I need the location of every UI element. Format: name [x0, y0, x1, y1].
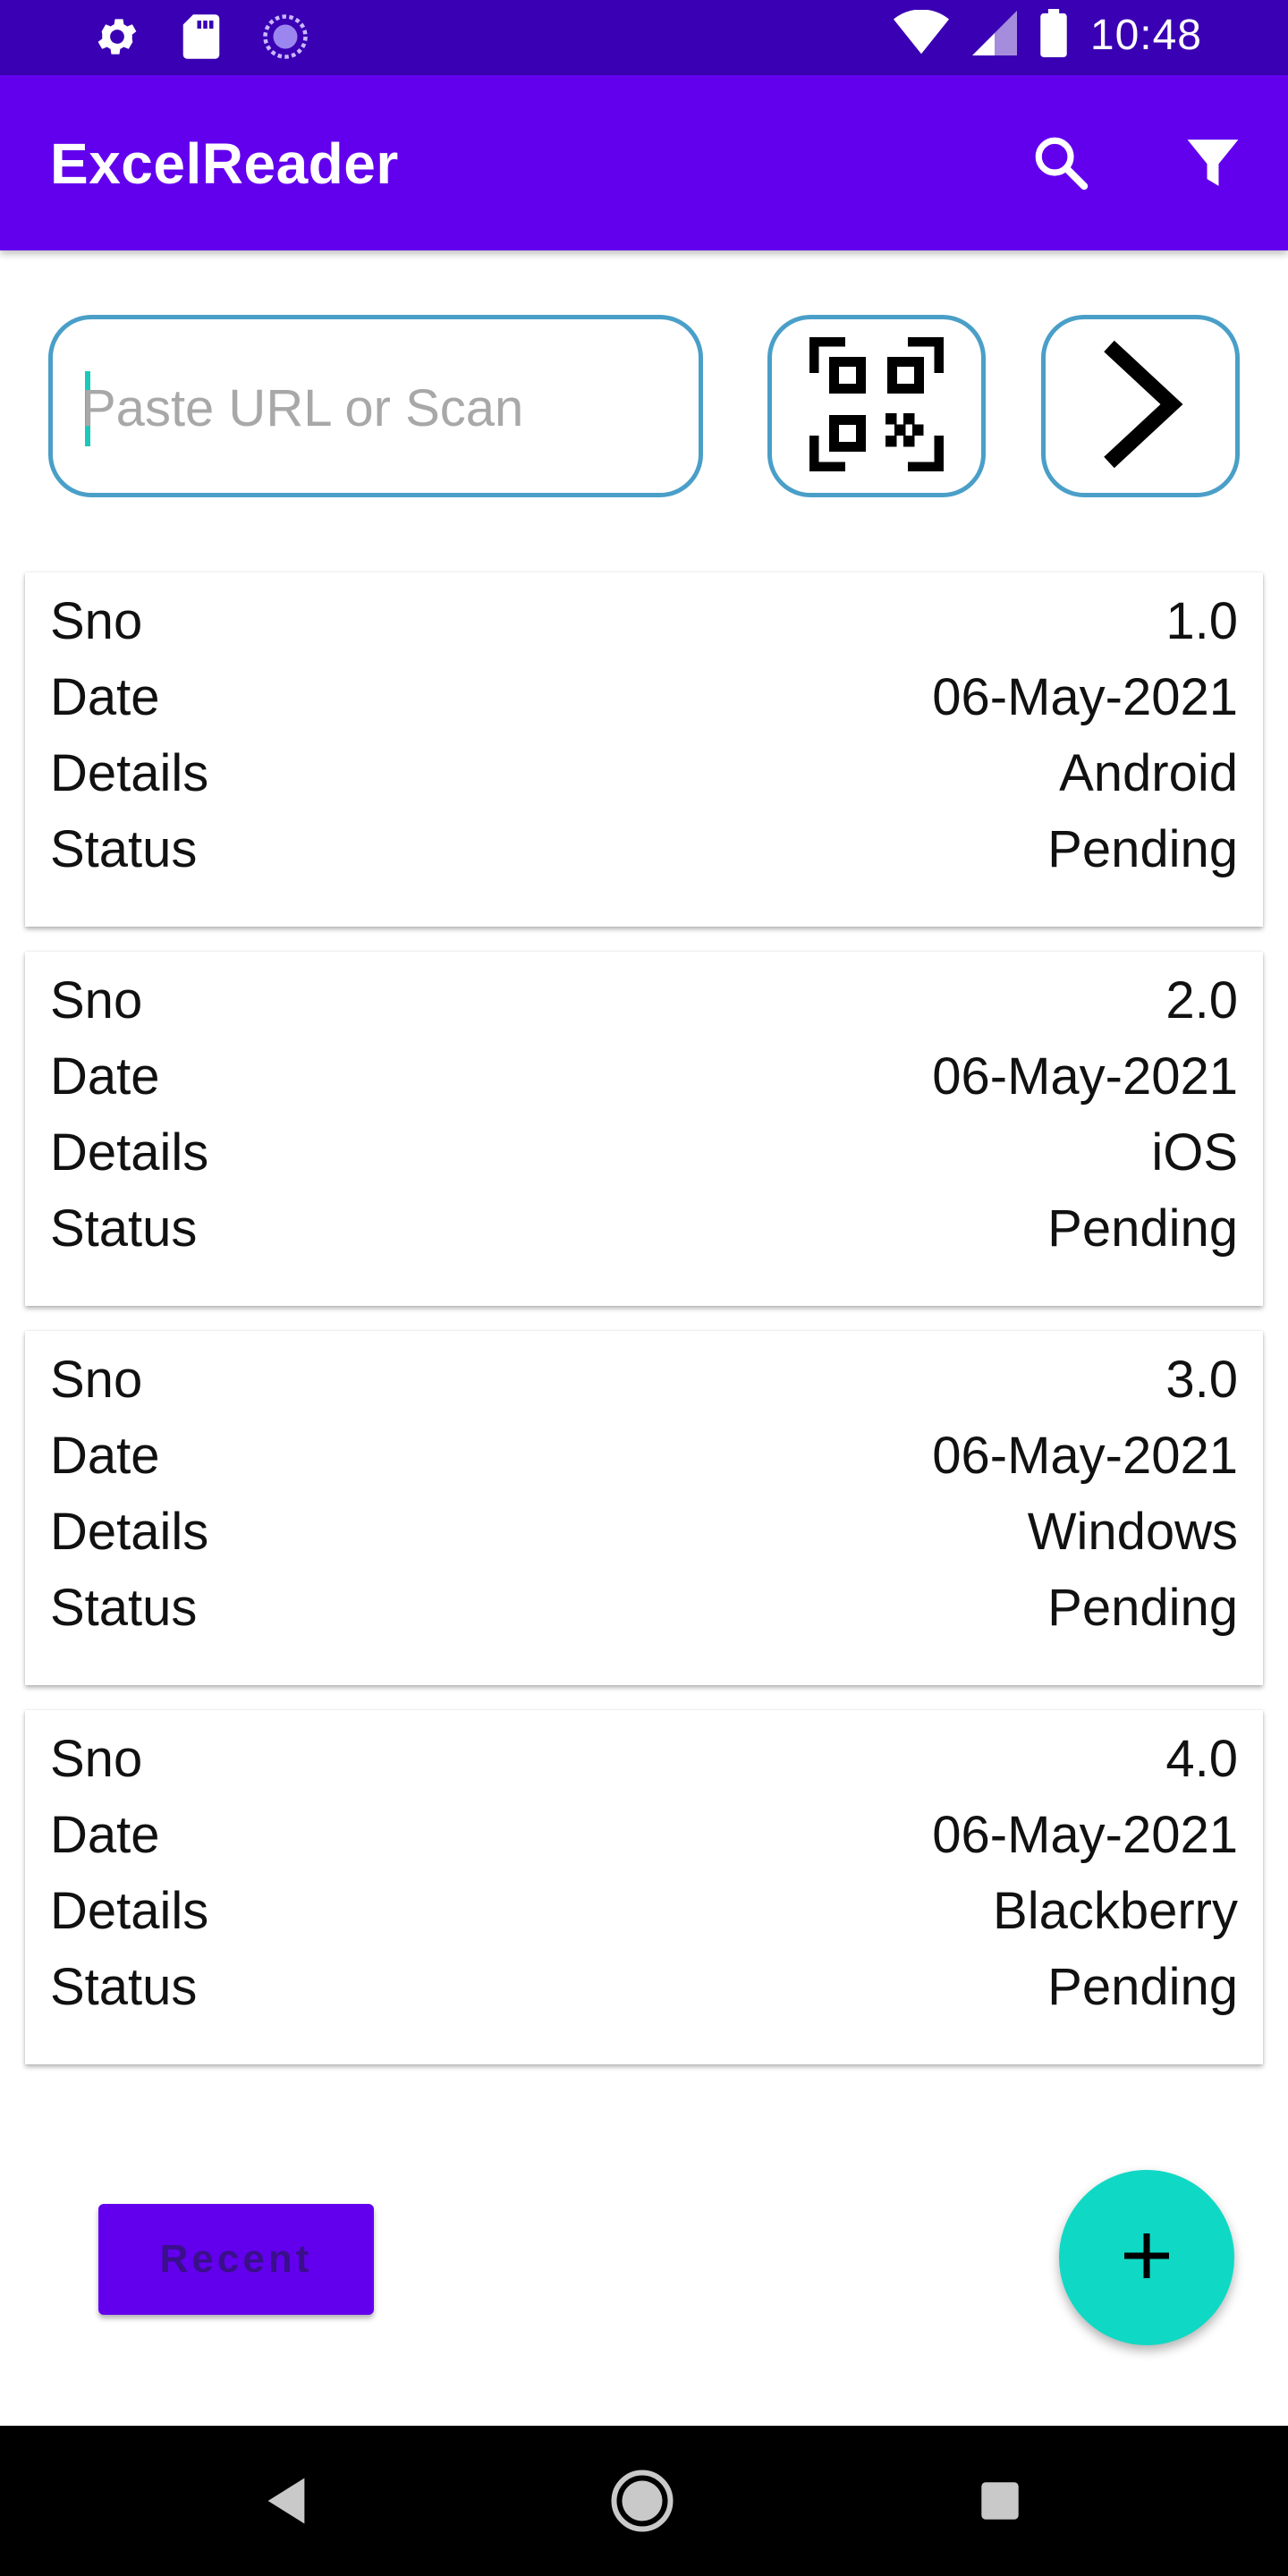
record-row: Details Android	[50, 735, 1238, 811]
add-fab-button[interactable]	[1059, 2170, 1234, 2345]
row-label: Status	[50, 820, 198, 878]
row-label: Date	[50, 1427, 160, 1485]
record-card[interactable]: Sno 3.0 Date 06-May-2021 Details Windows St…	[25, 1331, 1263, 1685]
status-bar-right: 10:48	[893, 9, 1202, 62]
row-value: Android	[1059, 744, 1238, 802]
row-value: Pending	[1047, 1579, 1238, 1637]
row-label: Sno	[50, 592, 143, 650]
row-value: 06-May-2021	[932, 1427, 1238, 1485]
search-icon[interactable]	[1027, 129, 1095, 197]
row-value: 1.0	[1165, 592, 1238, 650]
row-label: Status	[50, 1958, 198, 2016]
status-bar: 10:48	[0, 0, 1288, 75]
row-label: Sno	[50, 971, 143, 1030]
row-value: Pending	[1047, 820, 1238, 878]
record-row: Date 06-May-2021	[50, 659, 1238, 735]
record-card[interactable]: Sno 4.0 Date 06-May-2021 Details Blackberry…	[25, 1710, 1263, 2064]
status-bar-left	[93, 13, 309, 65]
record-row: Sno 4.0	[50, 1721, 1238, 1797]
row-label: Details	[50, 1123, 209, 1182]
row-value: Pending	[1047, 1199, 1238, 1258]
record-row: Sno 1.0	[50, 583, 1238, 659]
record-row: Status Pending	[50, 811, 1238, 887]
app-bar: ExcelReader	[0, 75, 1288, 250]
signal-icon	[971, 10, 1017, 61]
home-icon[interactable]	[606, 2465, 678, 2537]
url-input-container	[48, 315, 703, 497]
wifi-icon	[893, 9, 949, 61]
record-row: Status Pending	[50, 1191, 1238, 1267]
row-label: Date	[50, 668, 160, 726]
record-row: Date 06-May-2021	[50, 1418, 1238, 1494]
row-value: Blackberry	[993, 1882, 1238, 1940]
record-card[interactable]: Sno 2.0 Date 06-May-2021 Details iOS Status…	[25, 952, 1263, 1306]
row-value: 06-May-2021	[932, 1806, 1238, 1864]
row-value: iOS	[1151, 1123, 1238, 1182]
record-row: Details iOS	[50, 1114, 1238, 1191]
row-label: Sno	[50, 1351, 143, 1409]
record-row: Status Pending	[50, 1570, 1238, 1646]
battery-icon	[1040, 9, 1067, 62]
recents-icon[interactable]	[964, 2465, 1036, 2537]
record-row: Details Blackberry	[50, 1873, 1238, 1949]
record-row: Status Pending	[50, 1949, 1238, 2025]
row-value: 06-May-2021	[932, 668, 1238, 726]
sync-icon	[261, 13, 309, 65]
row-label: Sno	[50, 1730, 143, 1788]
row-value: 4.0	[1165, 1730, 1238, 1788]
filter-icon[interactable]	[1179, 129, 1247, 197]
back-icon[interactable]	[250, 2465, 322, 2537]
row-label: Date	[50, 1806, 160, 1864]
recent-button[interactable]: Recent	[98, 2204, 374, 2315]
navigation-bar	[0, 2426, 1288, 2576]
row-label: Details	[50, 1503, 209, 1561]
settings-icon	[93, 13, 141, 65]
record-row: Sno 2.0	[50, 962, 1238, 1038]
row-label: Details	[50, 744, 209, 802]
scan-qr-button[interactable]	[767, 315, 986, 497]
url-input[interactable]	[81, 355, 672, 461]
sd-card-icon	[181, 13, 222, 65]
record-card[interactable]: Sno 1.0 Date 06-May-2021 Details Android St…	[25, 572, 1263, 927]
row-label: Status	[50, 1579, 198, 1637]
row-label: Status	[50, 1199, 198, 1258]
status-time: 10:48	[1089, 12, 1202, 59]
plus-icon	[1120, 2229, 1174, 2287]
row-label: Details	[50, 1882, 209, 1940]
row-value: Pending	[1047, 1958, 1238, 2016]
qr-code-icon	[809, 336, 945, 476]
record-row: Details Windows	[50, 1494, 1238, 1570]
app-title: ExcelReader	[50, 131, 399, 196]
record-row: Date 06-May-2021	[50, 1038, 1238, 1114]
row-value: 06-May-2021	[932, 1047, 1238, 1106]
record-row: Sno 3.0	[50, 1342, 1238, 1418]
row-value: 3.0	[1165, 1351, 1238, 1409]
record-row: Date 06-May-2021	[50, 1797, 1238, 1873]
go-button[interactable]	[1041, 315, 1240, 497]
row-value: Windows	[1027, 1503, 1238, 1561]
chevron-right-icon	[1091, 337, 1190, 476]
row-value: 2.0	[1165, 971, 1238, 1030]
row-label: Date	[50, 1047, 160, 1106]
